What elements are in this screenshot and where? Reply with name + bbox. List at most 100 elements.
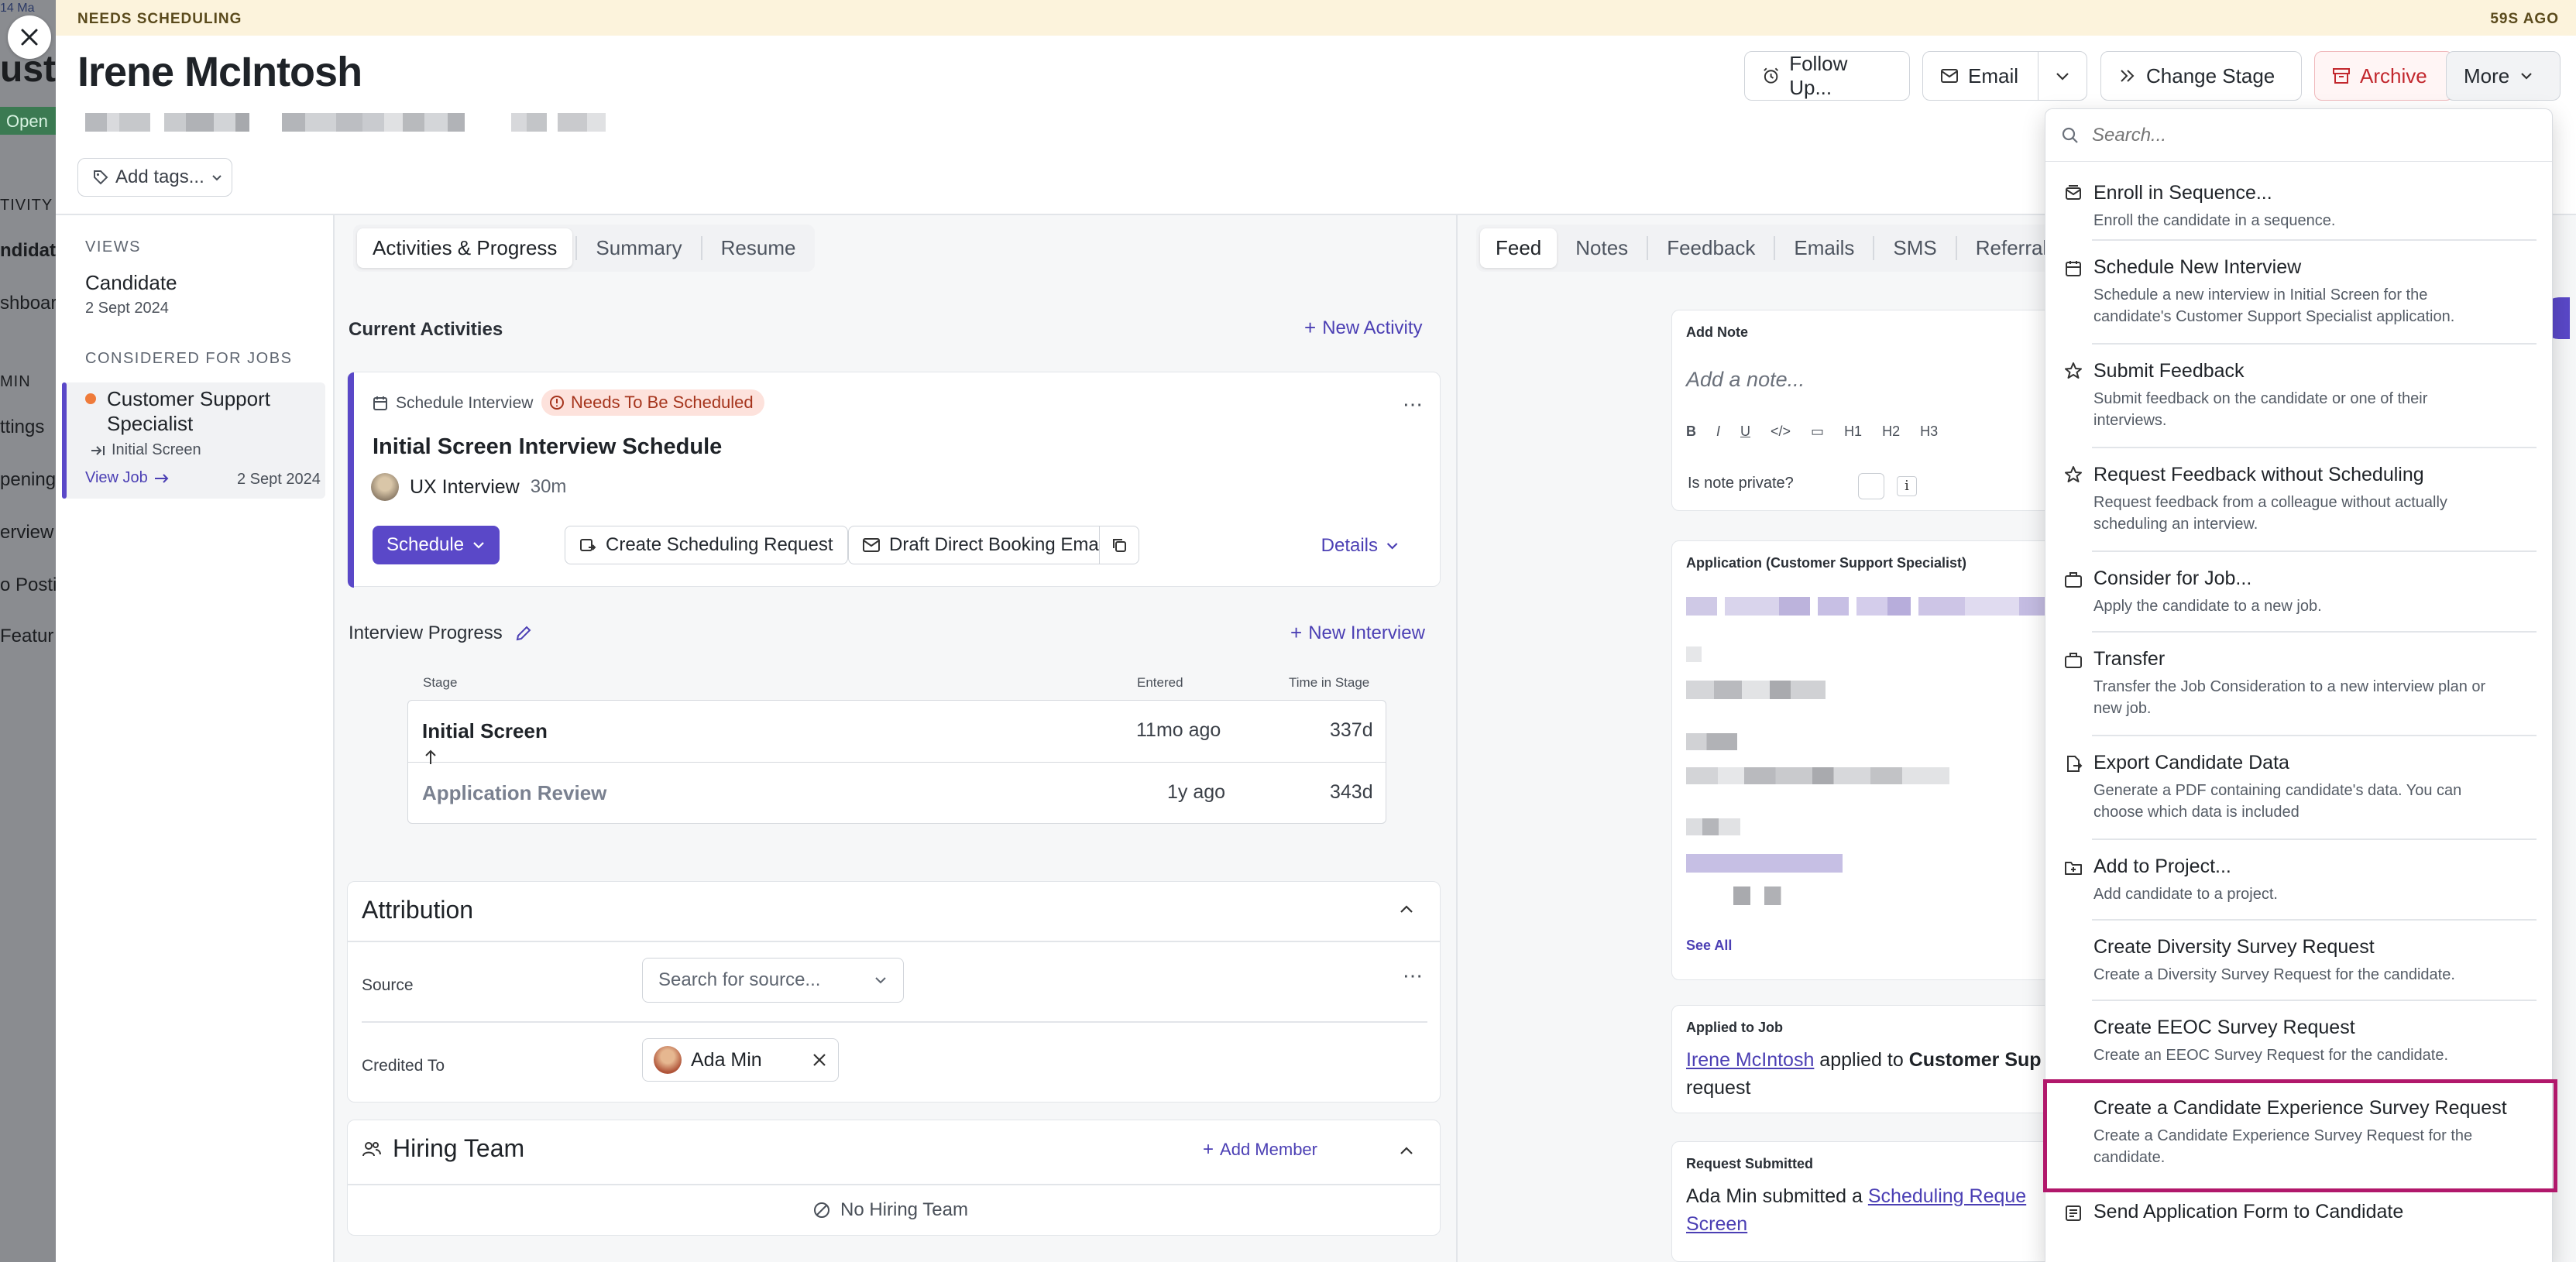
bold-button[interactable]: B [1686, 424, 1696, 440]
table-row: Initial Screen 11mo ago 337d [408, 701, 1386, 764]
tab-summary[interactable]: Summary [580, 228, 697, 268]
job-date: 2 Sept 2024 [237, 471, 321, 488]
job-consideration-card[interactable]: Customer Support Specialist Initial Scre… [62, 382, 325, 499]
follow-up-button[interactable]: Follow Up... [1744, 51, 1910, 101]
close-icon[interactable] [812, 1052, 827, 1068]
blurred-contact-info [85, 113, 606, 133]
request-text-tail[interactable]: Screen [1686, 1213, 1747, 1236]
menu-item-request-feedback[interactable]: Request Feedback without Scheduling Requ… [2045, 450, 2552, 550]
tab-activities-progress[interactable]: Activities & Progress [357, 228, 573, 268]
pencil-icon[interactable] [515, 625, 532, 642]
tab-feed[interactable]: Feed [1480, 228, 1558, 268]
tab-notes[interactable]: Notes [1560, 228, 1643, 268]
dropdown-search-input[interactable] [2092, 124, 2526, 146]
scheduling-request-link[interactable]: Scheduling Reque [1868, 1185, 2026, 1207]
new-interview-button[interactable]: + New Interview [1290, 621, 1425, 645]
add-tags-label: Add tags... [115, 166, 204, 187]
underline-button[interactable]: U [1740, 424, 1750, 440]
plus-icon: + [1290, 621, 1303, 644]
tab-sms[interactable]: SMS [1877, 228, 1952, 268]
change-stage-button[interactable]: Change Stage [2100, 51, 2302, 101]
menu-item-schedule-new-interview[interactable]: Schedule New Interview Schedule a new in… [2045, 242, 2552, 343]
mail-stack-icon [2066, 185, 2081, 200]
stage-time: 343d [1330, 781, 1373, 803]
blurred-content [1686, 646, 1702, 662]
italic-button[interactable]: I [1716, 424, 1720, 440]
h1-button[interactable]: H1 [1844, 424, 1862, 440]
current-activities-title: Current Activities [349, 319, 503, 340]
private-checkbox[interactable] [1858, 473, 1884, 499]
note-input[interactable]: Add a note... [1686, 368, 1805, 392]
background-text: Featur [0, 626, 54, 646]
dropdown-search [2045, 109, 2552, 162]
menu-item-title: Create Diversity Survey Request [2093, 936, 2375, 958]
info-icon[interactable]: i [1897, 476, 1917, 496]
menu-item-description: Request feedback from a colleague withou… [2093, 494, 2447, 533]
menu-item-add-to-project[interactable]: Add to Project... Add candidate to a pro… [2045, 842, 2552, 919]
menu-item-create-diversity-survey[interactable]: Create Diversity Survey Request Create a… [2045, 922, 2552, 1000]
h2-button[interactable]: H2 [1882, 424, 1900, 440]
view-job-link[interactable]: View Job [85, 469, 170, 487]
tab-resume[interactable]: Resume [706, 228, 812, 268]
form-icon [2066, 1205, 2081, 1221]
draft-direct-booking-email-button[interactable]: Draft Direct Booking Email [848, 526, 1122, 564]
embed-button[interactable]: ▭ [1811, 424, 1824, 440]
email-options-button[interactable] [2038, 51, 2087, 101]
add-tags-button[interactable]: Add tags... [77, 158, 232, 197]
close-drawer-button[interactable] [8, 15, 51, 59]
menu-item-create-eeoc-survey[interactable]: Create EEOC Survey Request Create an EEO… [2045, 1003, 2552, 1080]
activity-menu-icon[interactable]: ⋯ [1403, 393, 1424, 417]
application-title: Application (Customer Support Specialist… [1686, 555, 1967, 571]
tab-emails[interactable]: Emails [1778, 228, 1870, 268]
menu-item-consider-for-job[interactable]: Consider for Job... Apply the candidate … [2045, 554, 2552, 631]
copy-link-button[interactable] [1099, 526, 1139, 564]
job-title-line2: Specialist [107, 412, 194, 435]
background-text: erview [0, 522, 54, 543]
interview-progress-title: Interview Progress [349, 622, 503, 643]
banner-age: 59S AGO [2490, 11, 2559, 27]
hiring-team-card: Hiring Team + Add Member No Hiring Team [347, 1120, 1441, 1236]
chevron-up-icon[interactable] [1398, 1142, 1415, 1159]
applied-text: Irene McIntosh applied to Customer Sup [1686, 1049, 2042, 1071]
chevron-up-icon[interactable] [1398, 900, 1415, 917]
file-export-icon [2067, 756, 2083, 772]
menu-item-title: Export Candidate Data [2093, 752, 2289, 773]
credited-to-chip[interactable]: Ada Min [642, 1038, 839, 1082]
new-activity-button[interactable]: + New Activity [1304, 316, 1423, 340]
activity-status-badge: Needs To Be Scheduled [541, 389, 764, 416]
more-button[interactable]: More [2446, 51, 2561, 101]
menu-item-send-application-form[interactable]: Send Application Form to Candidate [2045, 1188, 2552, 1235]
create-scheduling-request-button[interactable]: Create Scheduling Request [565, 526, 848, 564]
calendar-icon [2066, 261, 2081, 276]
code-button[interactable]: </> [1771, 424, 1791, 440]
tab-feedback[interactable]: Feedback [1651, 228, 1771, 268]
background-text: 14 Ma [0, 2, 35, 15]
menu-item-title: Send Application Form to Candidate [2093, 1201, 2404, 1223]
menu-item-export-candidate-data[interactable]: Export Candidate Data Generate a PDF con… [2045, 738, 2552, 838]
schedule-button[interactable]: Schedule [373, 526, 500, 564]
tag-icon [94, 170, 108, 185]
chevron-down-icon [1387, 543, 1398, 550]
highlight-box [2043, 1079, 2557, 1192]
view-candidate[interactable]: Candidate 2 Sept 2024 [85, 271, 177, 317]
mail-icon [863, 538, 880, 552]
star-icon [2065, 362, 2082, 379]
menu-item-submit-feedback[interactable]: Submit Feedback Submit feedback on the c… [2045, 346, 2552, 447]
menu-item-transfer[interactable]: Transfer Transfer the Job Consideration … [2045, 634, 2552, 735]
source-select[interactable]: Search for source... [642, 958, 904, 1003]
details-button[interactable]: Details [1321, 535, 1400, 557]
see-all-link[interactable]: See All [1686, 938, 1732, 954]
stage-column-header: Stage [423, 675, 458, 690]
double-chevron-right-icon [2121, 70, 2135, 82]
attribution-menu-icon[interactable]: ⋯ [1403, 964, 1423, 988]
email-button[interactable]: Email [1922, 51, 2038, 101]
job-stage: Initial Screen [90, 441, 201, 459]
add-member-button[interactable]: + Add Member [1203, 1139, 1317, 1161]
views-heading: VIEWS [85, 238, 141, 255]
menu-item-description: Create a Diversity Survey Request for th… [2093, 966, 2455, 983]
candidate-link[interactable]: Irene McIntosh [1686, 1049, 1814, 1071]
h3-button[interactable]: H3 [1920, 424, 1938, 440]
archive-button[interactable]: Archive [2314, 51, 2454, 101]
time-in-stage-column-header: Time in Stage [1289, 675, 1370, 690]
applied-text-tail: request [1686, 1077, 1751, 1099]
